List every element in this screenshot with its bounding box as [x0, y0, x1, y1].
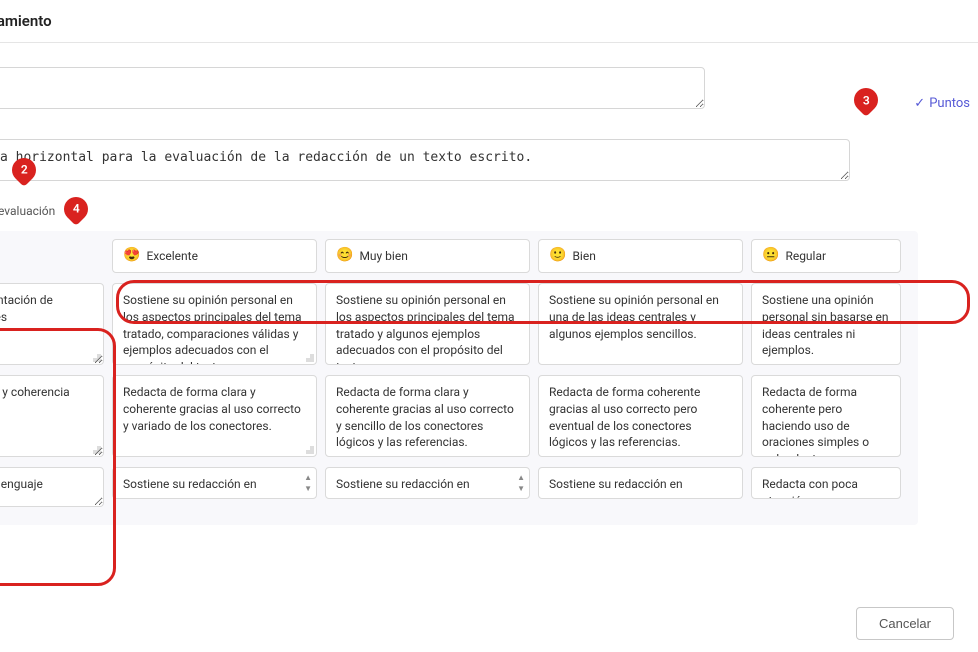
- footer-actions: Cancelar: [856, 607, 954, 640]
- rubric-header-row: 😍 Excelente 😊 Muy bien 🙂 Bien 😐 Regular: [0, 239, 914, 273]
- scroll-arrows-icon: ▲▼: [304, 472, 312, 494]
- rubric-row-2: Claridad y coherencia Redacta de forma c…: [0, 375, 914, 457]
- rubric-grid: 😍 Excelente 😊 Muy bien 🙂 Bien 😐 Regular …: [0, 231, 918, 525]
- emoji-bien-icon: 🙂: [549, 246, 566, 266]
- criteria-3-level-3[interactable]: Sostiene su redacción en: [538, 467, 743, 499]
- criteria-name-2[interactable]: Claridad y coherencia: [0, 375, 104, 457]
- criteria-2-level-3[interactable]: Redacta de forma coherente gracias al us…: [538, 375, 743, 457]
- rubric-row-3: Uso del lenguaje Sostiene su redacción e…: [0, 467, 914, 507]
- page-title: Encabezamiento: [0, 0, 978, 43]
- criteria-3-level-4[interactable]: Redacta con poca atención: [751, 467, 901, 499]
- criteria-section-label: Criterio de evaluación 4: [0, 199, 978, 223]
- emoji-muybien-icon: 😊: [336, 246, 353, 266]
- title-input[interactable]: [0, 67, 705, 109]
- criteria-name-3[interactable]: Uso del lenguaje: [0, 467, 104, 507]
- level-header-bien[interactable]: 🙂 Bien: [538, 239, 743, 273]
- description-input[interactable]: [0, 139, 850, 181]
- criteria-2-level-1[interactable]: Redacta de forma clara y coherente graci…: [112, 375, 317, 457]
- criteria-3-level-1[interactable]: Sostiene su redacción en ▲▼: [112, 467, 317, 499]
- criteria-name-1[interactable]: Argumentación de opiniones: [0, 283, 104, 365]
- cancel-button[interactable]: Cancelar: [856, 607, 954, 640]
- scroll-arrows-icon: ▲▼: [517, 472, 525, 494]
- criteria-1-level-1[interactable]: Sostiene su opinión personal en los aspe…: [112, 283, 317, 365]
- criteria-1-level-2[interactable]: Sostiene su opinión personal en los aspe…: [325, 283, 530, 365]
- criteria-2-level-2[interactable]: Redacta de forma clara y coherente graci…: [325, 375, 530, 457]
- criteria-1-level-4[interactable]: Sostiene una opinión personal sin basars…: [751, 283, 901, 365]
- level-header-regular[interactable]: 😐 Regular: [751, 239, 901, 273]
- annotation-4: 4: [59, 192, 93, 226]
- rubric-row-1: Argumentación de opiniones Sostiene su o…: [0, 283, 914, 365]
- emoji-excelente-icon: 😍: [123, 246, 140, 266]
- criteria-2-level-4[interactable]: Redacta de forma coherente pero haciendo…: [751, 375, 901, 457]
- emoji-regular-icon: 😐: [762, 246, 779, 266]
- level-header-excelente[interactable]: 😍 Excelente: [112, 239, 317, 273]
- level-header-muy-bien[interactable]: 😊 Muy bien: [325, 239, 530, 273]
- criteria-1-level-3[interactable]: Sostiene su opinión personal en una de l…: [538, 283, 743, 365]
- criteria-3-level-2[interactable]: Sostiene su redacción en ▲▼: [325, 467, 530, 499]
